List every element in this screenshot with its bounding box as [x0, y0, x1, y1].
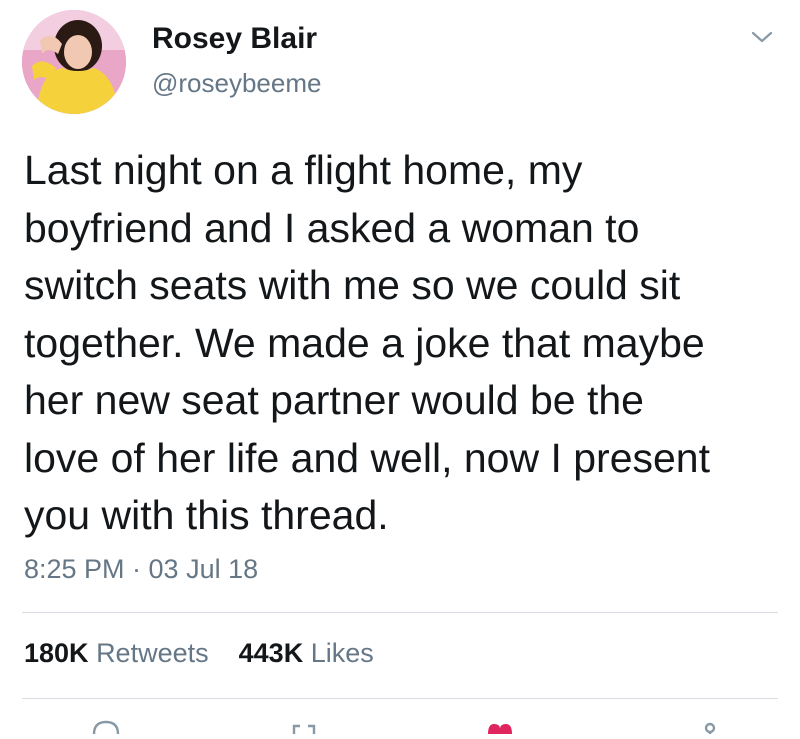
tweet-line: love of her life and well, now I present — [24, 434, 710, 481]
likes-count[interactable]: 443K — [239, 638, 304, 668]
user-handle[interactable]: @roseybeeme — [152, 68, 321, 99]
tweet-line: her new seat partner would be the — [24, 377, 644, 423]
retweets-label[interactable]: Retweets — [96, 638, 209, 668]
tweet-line: boyfriend and I asked a woman to — [24, 204, 640, 251]
action-bar — [0, 712, 800, 735]
avatar[interactable] — [22, 10, 126, 114]
engagement-stats: 180K Retweets 443K Likes — [24, 638, 374, 669]
reply-icon[interactable] — [86, 712, 126, 735]
divider — [22, 698, 778, 699]
retweets-count[interactable]: 180K — [24, 638, 89, 668]
tweet-text: Last night on a flight home, my boyfrien… — [24, 142, 784, 545]
tweet-line: Last night on a flight home, my — [24, 147, 583, 193]
tweet-line: switch seats with me so we could sit — [24, 262, 681, 308]
avatar-photo — [22, 10, 126, 114]
likes-label[interactable]: Likes — [311, 638, 374, 668]
retweet-icon[interactable] — [284, 712, 324, 734]
share-icon[interactable] — [690, 712, 730, 734]
tweet-timestamp[interactable]: 8:25 PM · 03 Jul 18 — [24, 554, 258, 585]
heart-icon[interactable] — [480, 712, 520, 734]
display-name[interactable]: Rosey Blair — [152, 22, 317, 56]
divider — [22, 612, 778, 613]
chevron-down-icon[interactable] — [748, 26, 776, 48]
tweet-line: together. We made a joke that maybe — [24, 319, 705, 366]
tweet-line: you with this thread. — [24, 492, 389, 538]
